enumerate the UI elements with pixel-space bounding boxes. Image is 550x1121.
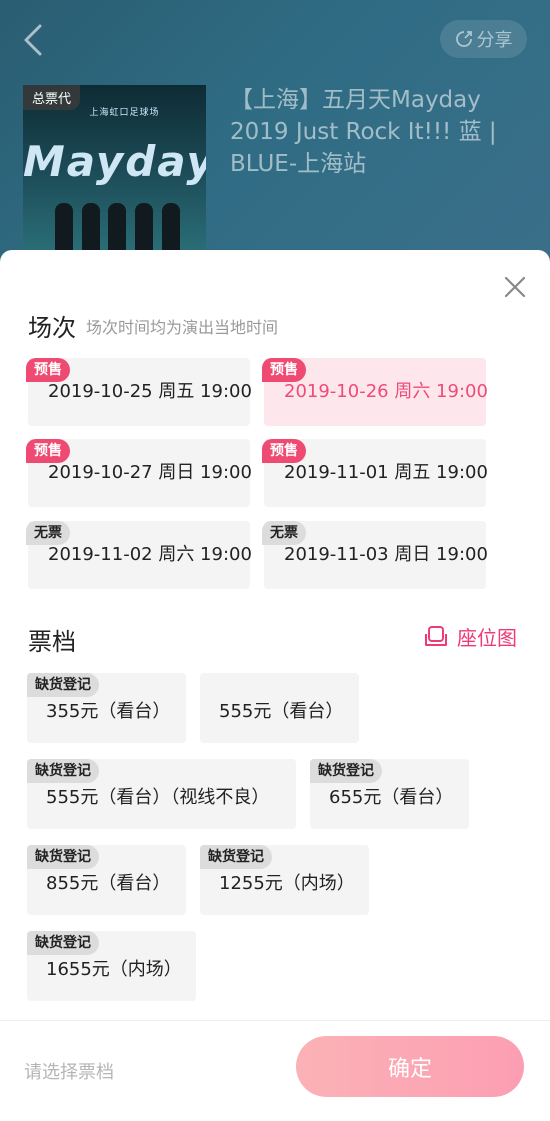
tier-option[interactable]: 缺货登记 855元（看台） [27, 845, 186, 915]
session-option[interactable]: 预售 2019-10-25 周五 19:00 [26, 358, 252, 426]
waitlist-tag: 缺货登记 [27, 759, 99, 783]
share-label: 分享 [476, 30, 513, 51]
tier-option[interactable]: 缺货登记 555元（看台）（视线不良） [27, 759, 296, 829]
session-label: 2019-11-02 周六 19:00 [48, 544, 252, 565]
session-label: 2019-11-01 周五 19:00 [284, 462, 488, 483]
session-option[interactable]: 预售 2019-10-27 周日 19:00 [26, 439, 252, 507]
session-option-selected[interactable]: 预售 2019-10-26 周六 19:00 [262, 358, 488, 426]
tier-label: 1255元（内场） [219, 873, 355, 894]
event-title: 【上海】五月天Mayday 2019 Just Rock It!!! 蓝 | B… [230, 87, 497, 177]
tier-label: 555元（看台）（视线不良） [46, 787, 270, 808]
tier-option[interactable]: 缺货登记 1255元（内场） [200, 845, 369, 915]
tier-label: 555元（看台） [219, 701, 344, 722]
poster-wordmark: Mayday [23, 137, 206, 186]
waitlist-tag: 缺货登记 [200, 845, 272, 869]
share-icon [455, 31, 472, 47]
close-icon[interactable] [503, 275, 527, 299]
share-button[interactable]: 分享 [440, 20, 527, 58]
tier-option[interactable]: 555元（看台） [200, 673, 359, 743]
tier-option[interactable]: 缺货登记 355元（看台） [27, 673, 186, 743]
session-option[interactable]: 无票 2019-11-02 周六 19:00 [26, 521, 252, 589]
session-option[interactable]: 预售 2019-11-01 周五 19:00 [262, 439, 488, 507]
tier-option[interactable]: 缺货登记 1655元（内场） [27, 931, 196, 1001]
session-label: 2019-10-27 周日 19:00 [48, 462, 252, 483]
tier-option[interactable]: 缺货登记 655元（看台） [310, 759, 469, 829]
sessions-subtitle: 场次时间均为演出当地时间 [86, 318, 279, 337]
seat-map-link[interactable]: 座位图 [423, 622, 517, 651]
tier-label: 1655元（内场） [46, 959, 182, 980]
selection-hint: 请选择票档 [24, 1062, 114, 1083]
sessions-title: 场次 [28, 314, 76, 342]
session-option[interactable]: 无票 2019-11-03 周日 19:00 [262, 521, 488, 589]
tier-label: 855元（看台） [46, 873, 171, 894]
tier-label: 355元（看台） [46, 701, 171, 722]
band-photo [51, 193, 184, 255]
session-label: 2019-11-03 周日 19:00 [284, 544, 488, 565]
agent-badge: 总票代 [23, 85, 81, 110]
waitlist-tag: 缺货登记 [27, 845, 99, 869]
tier-label: 655元（看台） [329, 787, 454, 808]
event-poster: 上海虹口足球场 Mayday 总票代 [23, 85, 206, 255]
back-arrow-icon[interactable] [20, 22, 46, 58]
session-label: 2019-10-25 周五 19:00 [48, 381, 252, 402]
session-label: 2019-10-26 周六 19:00 [284, 381, 488, 402]
seat-map-label: 座位图 [457, 626, 517, 650]
confirm-button[interactable]: 确定 [296, 1036, 524, 1097]
waitlist-tag: 缺货登记 [27, 673, 99, 697]
footer-divider [0, 1020, 550, 1021]
tiers-title: 票档 [28, 628, 76, 656]
waitlist-tag: 缺货登记 [27, 931, 99, 955]
waitlist-tag: 缺货登记 [310, 759, 382, 783]
seat-icon [425, 625, 447, 646]
